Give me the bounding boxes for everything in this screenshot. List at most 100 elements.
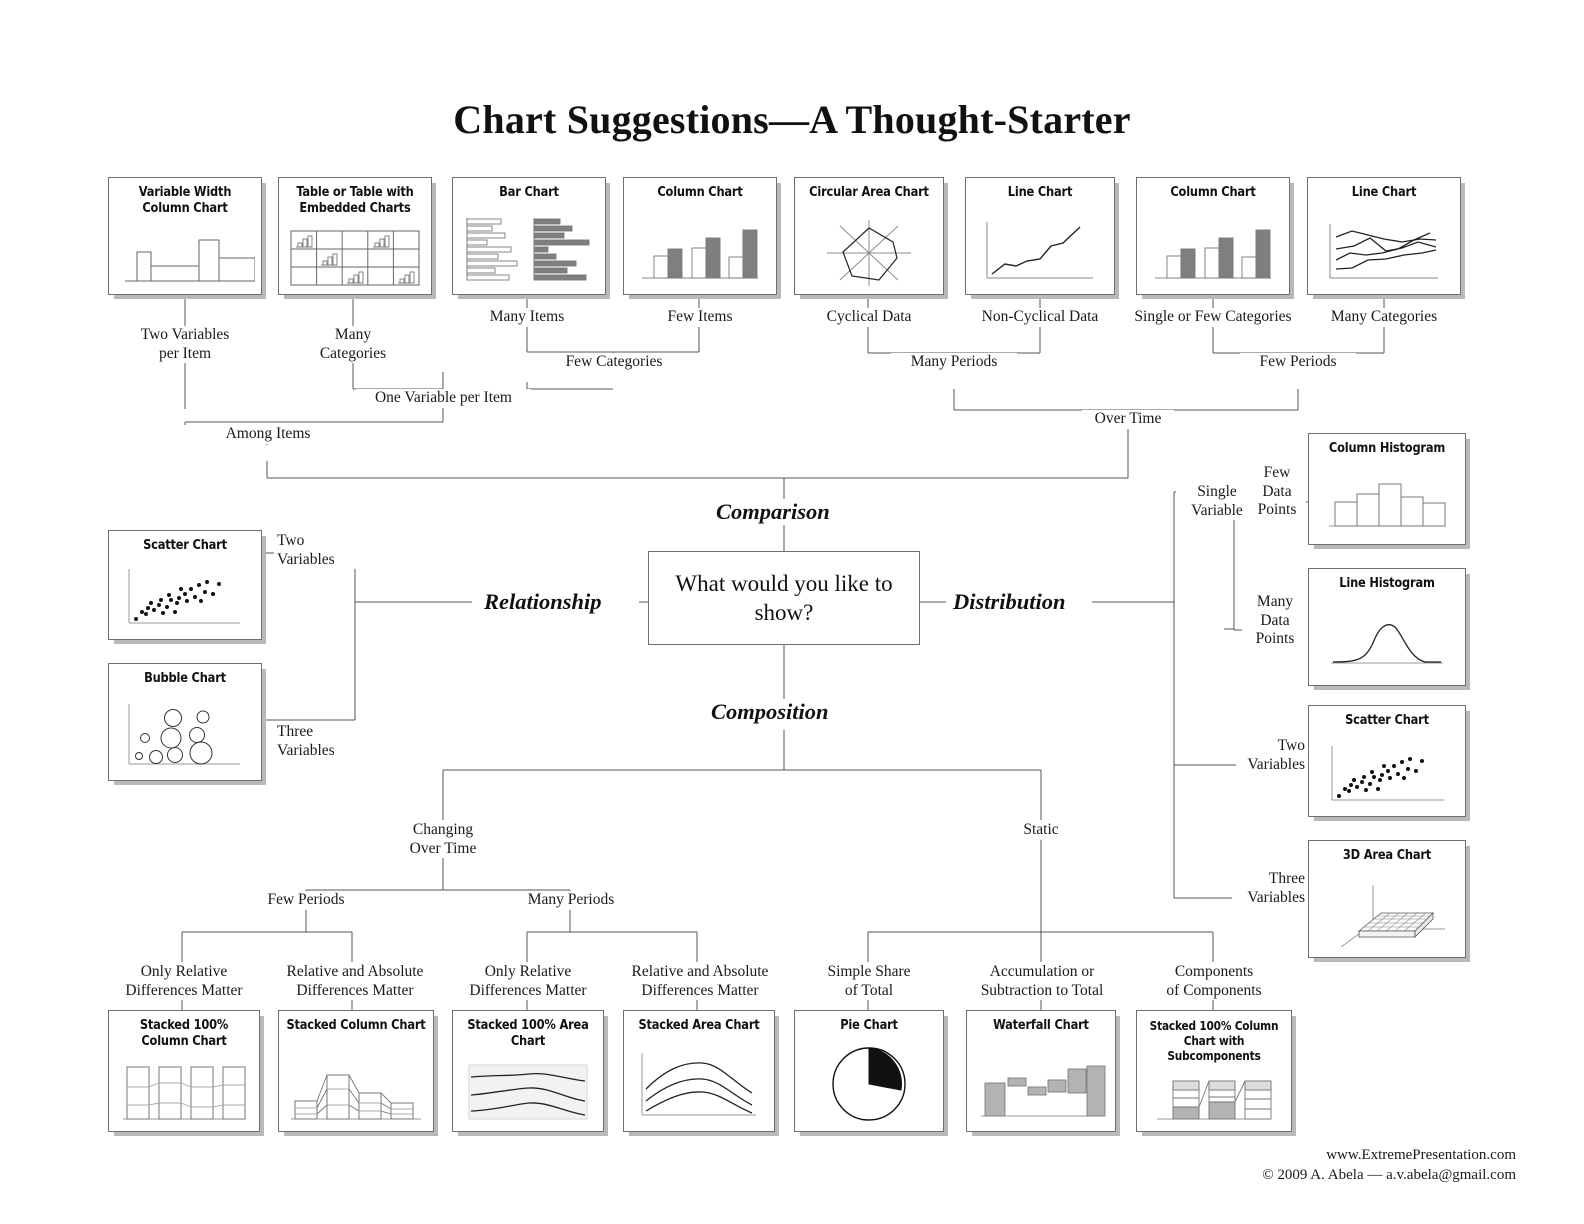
card-stacked-column-chart[interactable]: Stacked Column Chart bbox=[278, 1010, 434, 1132]
card-title: Pie Chart bbox=[840, 1017, 898, 1033]
card-line-chart-many-categories[interactable]: Line Chart bbox=[1307, 177, 1461, 295]
card-art-pie bbox=[795, 1043, 943, 1125]
card-title: Stacked Column Chart bbox=[286, 1017, 426, 1033]
footer-copyright: © 2009 A. Abela — a.v.abela@gmail.com bbox=[1262, 1167, 1516, 1183]
center-question-text: What would you like to show? bbox=[675, 571, 893, 625]
card-art-column-chart-single bbox=[1137, 226, 1289, 284]
label-simple-share-of-total: Simple Share of Total bbox=[800, 963, 938, 1000]
label-one-variable-per-item: One Variable per Item bbox=[356, 389, 531, 408]
label-two-variables-per-item: Two Variables per Item bbox=[115, 326, 255, 363]
card-title: Line Chart bbox=[1007, 184, 1073, 200]
card-stacked-100-column-chart[interactable]: Stacked 100% Column Chart bbox=[108, 1010, 260, 1132]
label-three-variables-distribution: Three Variables bbox=[1232, 870, 1308, 907]
card-title: Stacked 100% Column Chart with Subcompon… bbox=[1149, 1018, 1279, 1063]
card-column-chart-single-or-few[interactable]: Column Chart bbox=[1136, 177, 1290, 295]
page-title: Chart Suggestions—A Thought-Starter bbox=[453, 97, 1131, 142]
label-few-periods-composition: Few Periods bbox=[248, 891, 364, 910]
card-art-line-chart-noncyclical bbox=[966, 220, 1114, 286]
card-stacked-area-chart[interactable]: Stacked Area Chart bbox=[623, 1010, 775, 1132]
footer: www.ExtremePresentation.com © 2009 A. Ab… bbox=[1262, 1145, 1516, 1185]
card-waterfall-chart[interactable]: Waterfall Chart bbox=[966, 1010, 1116, 1132]
card-pie-chart[interactable]: Pie Chart bbox=[794, 1010, 944, 1132]
label-many-items: Many Items bbox=[462, 308, 592, 327]
label-two-variables-distribution: Two Variables bbox=[1236, 737, 1308, 774]
card-variable-width-column-chart[interactable]: Variable Width Column Chart bbox=[108, 177, 262, 295]
label-over-time: Over Time bbox=[1082, 410, 1174, 429]
card-title: Column Chart bbox=[1170, 184, 1256, 200]
card-art-waterfall bbox=[967, 1059, 1115, 1121]
card-art-stacked-area bbox=[624, 1049, 774, 1123]
label-many-categories-top: Many Categories bbox=[298, 326, 408, 363]
card-art-stacked-100-column bbox=[109, 1061, 259, 1123]
label-many-periods-composition: Many Periods bbox=[508, 891, 634, 910]
card-title: Variable Width Column Chart bbox=[138, 184, 232, 216]
label-among-items: Among Items bbox=[212, 425, 324, 444]
card-art-column-histogram bbox=[1309, 472, 1465, 532]
footer-website[interactable]: www.ExtremePresentation.com bbox=[1262, 1145, 1516, 1165]
branch-distribution: Distribution bbox=[946, 589, 1073, 615]
card-stacked-100-area-chart[interactable]: Stacked 100% Area Chart bbox=[452, 1010, 604, 1132]
card-art-scatter-distribution bbox=[1309, 744, 1465, 808]
card-art-bubble-relationship bbox=[109, 702, 261, 772]
card-line-chart-non-cyclical[interactable]: Line Chart bbox=[965, 177, 1115, 295]
card-art-variable-width-column bbox=[109, 226, 261, 288]
label-non-cyclical-data: Non-Cyclical Data bbox=[964, 308, 1116, 327]
card-title: Stacked 100% Column Chart bbox=[139, 1017, 229, 1049]
card-art-circular-area bbox=[795, 218, 943, 288]
label-changing-over-time: Changing Over Time bbox=[383, 821, 503, 858]
card-art-table-embedded bbox=[279, 230, 431, 286]
card-column-histogram[interactable]: Column Histogram bbox=[1308, 433, 1466, 545]
label-relative-absolute-differences-1: Relative and Absolute Differences Matter bbox=[268, 963, 442, 1000]
card-table-or-table-with-embedded-charts[interactable]: Table or Table with Embedded Charts bbox=[278, 177, 432, 295]
center-question-box: What would you like to show? bbox=[648, 551, 920, 645]
card-art-stacked-100-subcomponents bbox=[1137, 1073, 1291, 1123]
label-three-variables-relationship: Three Variables bbox=[274, 723, 366, 760]
card-art-3d-area bbox=[1309, 879, 1465, 951]
label-few-data-points: Few Data Points bbox=[1248, 464, 1306, 520]
card-title: Bar Chart bbox=[499, 184, 559, 200]
card-title: Column Chart bbox=[657, 184, 743, 200]
label-few-items: Few Items bbox=[645, 308, 755, 327]
card-title: Stacked Area Chart bbox=[638, 1017, 760, 1033]
card-title: Scatter Chart bbox=[143, 537, 227, 553]
label-only-relative-differences-2: Only Relative Differences Matter bbox=[452, 963, 604, 1000]
card-art-stacked-column bbox=[279, 1061, 433, 1123]
card-bar-chart[interactable]: Bar Chart bbox=[452, 177, 606, 295]
label-two-variables-relationship: Two Variables bbox=[274, 532, 366, 569]
label-few-categories: Few Categories bbox=[544, 353, 684, 372]
card-title: Scatter Chart bbox=[1345, 712, 1429, 728]
card-title: Table or Table with Embedded Charts bbox=[296, 184, 414, 216]
card-title: 3D Area Chart bbox=[1342, 847, 1432, 863]
card-art-stacked-100-area bbox=[453, 1063, 603, 1121]
label-single-variable: Single Variable bbox=[1176, 483, 1258, 520]
card-art-column-chart-few bbox=[624, 226, 776, 284]
label-many-data-points: Many Data Points bbox=[1242, 593, 1308, 649]
card-line-histogram[interactable]: Line Histogram bbox=[1308, 568, 1466, 686]
label-relative-absolute-differences-2: Relative and Absolute Differences Matter bbox=[613, 963, 787, 1000]
card-3d-area-chart[interactable]: 3D Area Chart bbox=[1308, 840, 1466, 958]
card-column-chart-few-items[interactable]: Column Chart bbox=[623, 177, 777, 295]
label-many-periods-top: Many Periods bbox=[891, 353, 1017, 372]
label-few-periods-top: Few Periods bbox=[1240, 353, 1356, 372]
diagram-canvas: Chart Suggestions—A Thought-Starter Vari… bbox=[0, 0, 1584, 1224]
label-single-or-few-categories: Single or Few Categories bbox=[1126, 308, 1300, 327]
card-scatter-chart-distribution[interactable]: Scatter Chart bbox=[1308, 705, 1466, 817]
card-stacked-100-column-chart-with-subcomponents[interactable]: Stacked 100% Column Chart with Subcompon… bbox=[1136, 1010, 1292, 1132]
card-art-scatter-relationship bbox=[109, 567, 261, 631]
card-title: Stacked 100% Area Chart bbox=[467, 1017, 589, 1049]
label-cyclical-data: Cyclical Data bbox=[805, 308, 933, 327]
card-bubble-chart-relationship[interactable]: Bubble Chart bbox=[108, 663, 262, 781]
card-art-line-chart-many bbox=[1308, 220, 1460, 286]
card-title: Column Histogram bbox=[1328, 440, 1446, 456]
label-only-relative-differences-1: Only Relative Differences Matter bbox=[108, 963, 260, 1000]
label-static: Static bbox=[1000, 821, 1082, 840]
label-many-categories-right: Many Categories bbox=[1316, 308, 1452, 327]
label-accumulation-subtraction: Accumulation or Subtraction to Total bbox=[948, 963, 1136, 1000]
branch-composition: Composition bbox=[704, 699, 836, 725]
card-title: Circular Area Chart bbox=[809, 184, 929, 200]
card-title: Waterfall Chart bbox=[993, 1017, 1089, 1033]
label-components-of-components: Components of Components bbox=[1142, 963, 1286, 1000]
card-circular-area-chart[interactable]: Circular Area Chart bbox=[794, 177, 944, 295]
branch-relationship: Relationship bbox=[477, 589, 609, 615]
card-scatter-chart-relationship[interactable]: Scatter Chart bbox=[108, 530, 262, 640]
